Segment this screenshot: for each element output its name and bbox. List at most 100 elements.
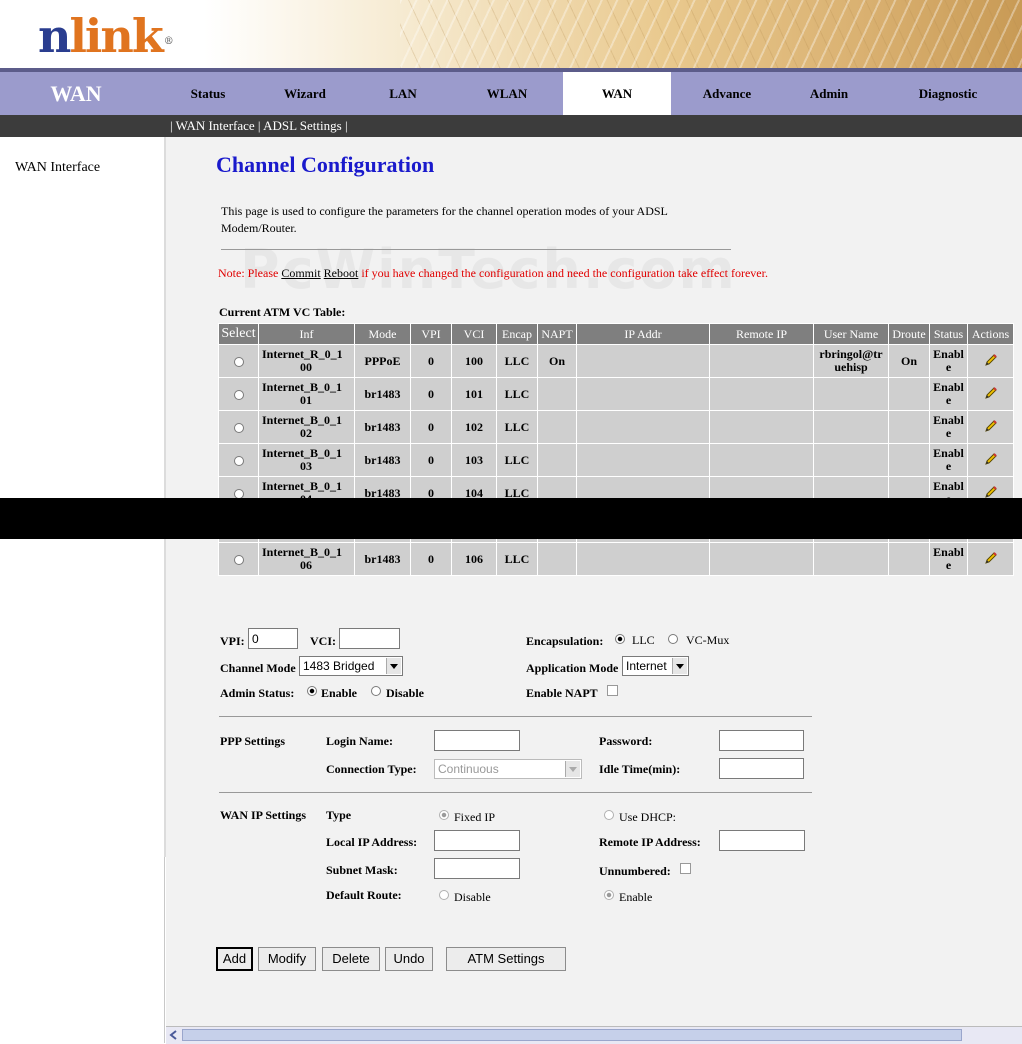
actions-cell [968, 543, 1013, 575]
scroll-left-icon[interactable] [168, 1029, 180, 1041]
col-napt: NAPT [538, 324, 576, 344]
unnumbered-checkbox[interactable] [680, 863, 691, 874]
ip-addr-cell [577, 444, 709, 476]
subnet-mask-input[interactable] [434, 858, 520, 879]
application-mode-label: Application Mode [526, 661, 619, 675]
pencil-icon[interactable] [983, 419, 999, 437]
row-select-cell [219, 543, 258, 575]
actions-cell [968, 345, 1013, 377]
admin-enable-radio[interactable] [307, 686, 317, 696]
row-select-radio[interactable] [233, 554, 244, 565]
subnav-separator: | [170, 118, 173, 133]
table-row: Internet_B_0_1 01 br1483 0 101 LLC Enabl e [219, 378, 1013, 410]
delete-button[interactable]: Delete [322, 947, 380, 971]
col-user-name: User Name [814, 324, 888, 344]
page-title: Channel Configuration [216, 152, 435, 177]
local-ip-input[interactable] [434, 830, 520, 851]
col-vci: VCI [452, 324, 496, 344]
commit-link[interactable]: Commit [281, 266, 320, 280]
mode-cell: br1483 [355, 411, 410, 443]
fixed-ip-radio[interactable] [439, 810, 449, 820]
encap-llc-radio[interactable] [615, 634, 625, 644]
scrollbar-thumb[interactable] [182, 1029, 962, 1041]
login-name-input[interactable] [434, 730, 520, 751]
reboot-link[interactable]: Reboot [324, 266, 359, 280]
tab-admin[interactable]: Admin [774, 72, 884, 115]
table-header-row: Select Inf Mode VPI VCI Encap NAPT IP Ad… [219, 324, 1013, 344]
user-name-cell: rbringol@tr uehisp [814, 345, 888, 377]
pencil-icon[interactable] [983, 452, 999, 470]
col-inf: Inf [259, 324, 354, 344]
vci-input[interactable] [339, 628, 400, 649]
undo-button[interactable]: Undo [385, 947, 433, 971]
sidebar-item-wan-interface[interactable]: WAN Interface [15, 160, 100, 176]
route-enable-label: Enable [619, 890, 653, 904]
encap-cell: LLC [497, 345, 537, 377]
connection-type-label: Connection Type: [326, 762, 417, 776]
tab-diagnostic[interactable]: Diagnostic [888, 72, 1008, 115]
vci-cell: 100 [452, 345, 496, 377]
connection-type-select[interactable]: Continuous [434, 759, 582, 779]
tab-wlan[interactable]: WLAN [452, 72, 562, 115]
subnav-adsl-settings[interactable]: ADSL Settings [263, 118, 342, 133]
tab-status[interactable]: Status [152, 72, 264, 115]
row-select-cell [219, 411, 258, 443]
remote-ip-input[interactable] [719, 830, 805, 851]
droute-cell: On [889, 345, 929, 377]
row-select-radio[interactable] [233, 455, 244, 466]
pencil-icon[interactable] [983, 353, 999, 371]
vpi-label: VPI: [220, 634, 245, 648]
droute-cell [889, 444, 929, 476]
encap-cell: LLC [497, 444, 537, 476]
tab-wizard[interactable]: Wizard [250, 72, 360, 115]
route-disable-radio[interactable] [439, 890, 449, 900]
pencil-icon[interactable] [983, 551, 999, 569]
encap-llc-label: LLC [632, 633, 655, 647]
ppp-settings-title: PPP Settings [220, 734, 285, 748]
row-select-radio[interactable] [233, 389, 244, 400]
login-name-label: Login Name: [326, 734, 393, 748]
col-vpi: VPI [411, 324, 451, 344]
vci-cell: 106 [452, 543, 496, 575]
row-select-radio[interactable] [233, 356, 244, 367]
table-row: Internet_B_0_1 02 br1483 0 102 LLC Enabl e [219, 411, 1013, 443]
row-select-radio[interactable] [233, 422, 244, 433]
inf-cell: Internet_B_0_1 06 [259, 543, 354, 575]
wan-ip-settings-title: WAN IP Settings [220, 808, 307, 822]
vpi-input[interactable] [248, 628, 298, 649]
enable-napt-checkbox[interactable] [607, 685, 618, 696]
encap-cell: LLC [497, 411, 537, 443]
remote-ip-label: Remote IP Address: [599, 835, 701, 849]
horizontal-scrollbar[interactable] [166, 1026, 1022, 1044]
divider [221, 249, 731, 250]
channel-mode-select[interactable]: 1483 Bridged [299, 656, 403, 676]
idle-time-input[interactable] [719, 758, 804, 779]
modify-button[interactable]: Modify [258, 947, 316, 971]
subnav-wan-interface[interactable]: WAN Interface [176, 118, 255, 133]
tab-advance[interactable]: Advance [672, 72, 782, 115]
encap-vcmux-radio[interactable] [668, 634, 678, 644]
col-remote-ip: Remote IP [710, 324, 813, 344]
napt-cell: On [538, 345, 576, 377]
col-ip-addr: IP Addr [577, 324, 709, 344]
vci-cell: 103 [452, 444, 496, 476]
password-input[interactable] [719, 730, 804, 751]
remote-ip-cell [710, 543, 813, 575]
atm-settings-button[interactable]: ATM Settings [446, 947, 566, 971]
droute-cell [889, 411, 929, 443]
inf-cell: Internet_B_0_1 01 [259, 378, 354, 410]
pencil-icon[interactable] [983, 386, 999, 404]
use-dhcp-radio[interactable] [604, 810, 614, 820]
table-row: Internet_B_0_1 06 br1483 0 106 LLC Enabl e [219, 543, 1013, 575]
tab-lan[interactable]: LAN [348, 72, 458, 115]
add-button[interactable]: Add [216, 947, 253, 971]
application-mode-select[interactable]: Internet [622, 656, 689, 676]
sidebar [0, 137, 165, 1043]
ip-addr-cell [577, 345, 709, 377]
route-enable-radio[interactable] [604, 890, 614, 900]
tab-wan[interactable]: WAN [563, 72, 671, 115]
col-droute: Droute [889, 324, 929, 344]
droute-cell [889, 378, 929, 410]
actions-cell [968, 411, 1013, 443]
admin-disable-radio[interactable] [371, 686, 381, 696]
